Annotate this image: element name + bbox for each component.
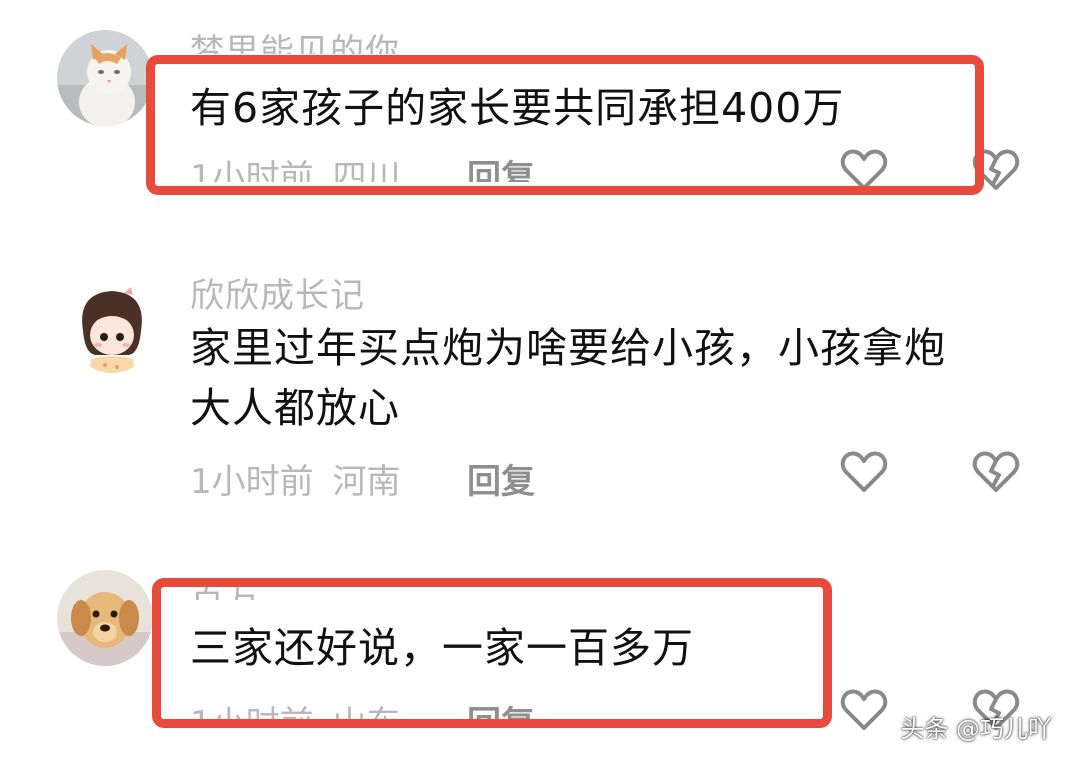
comment-item: 欣欣成长记 家里过年买点炮为啥要给小孩，小孩拿炮 大人都放心 1小时前 河南 回…: [0, 230, 1074, 530]
comment-meta: 1小时前 河南: [190, 454, 400, 503]
heart-icon[interactable]: [840, 450, 888, 494]
broken-heart-icon[interactable]: [972, 450, 1020, 494]
watermark: 头条 @巧儿吖: [900, 715, 1052, 743]
comment-text-line: 大人都放心: [190, 384, 400, 432]
comment-location: 河南: [332, 462, 401, 502]
highlight-box: [146, 55, 984, 195]
comment-username[interactable]: 欣欣成长记: [190, 268, 365, 317]
highlight-box: [152, 578, 832, 728]
comment-time: 1小时前: [190, 462, 314, 502]
heart-icon[interactable]: [840, 688, 888, 732]
reply-button[interactable]: 回复: [467, 454, 535, 503]
comment-item: 梦里能见的你 有6家孩子的家长要共同承担400万 1小时前 四川 回复: [0, 0, 1074, 230]
comment-text-line: 家里过年买点炮为啥要给小孩，小孩拿炮: [190, 324, 946, 372]
comment-text: 家里过年买点炮为啥要给小孩，小孩拿炮 大人都放心: [190, 318, 946, 438]
comment-username[interactable]: 梦里能见的你: [190, 24, 400, 54]
cartoon-girl-avatar[interactable]: [69, 283, 155, 373]
